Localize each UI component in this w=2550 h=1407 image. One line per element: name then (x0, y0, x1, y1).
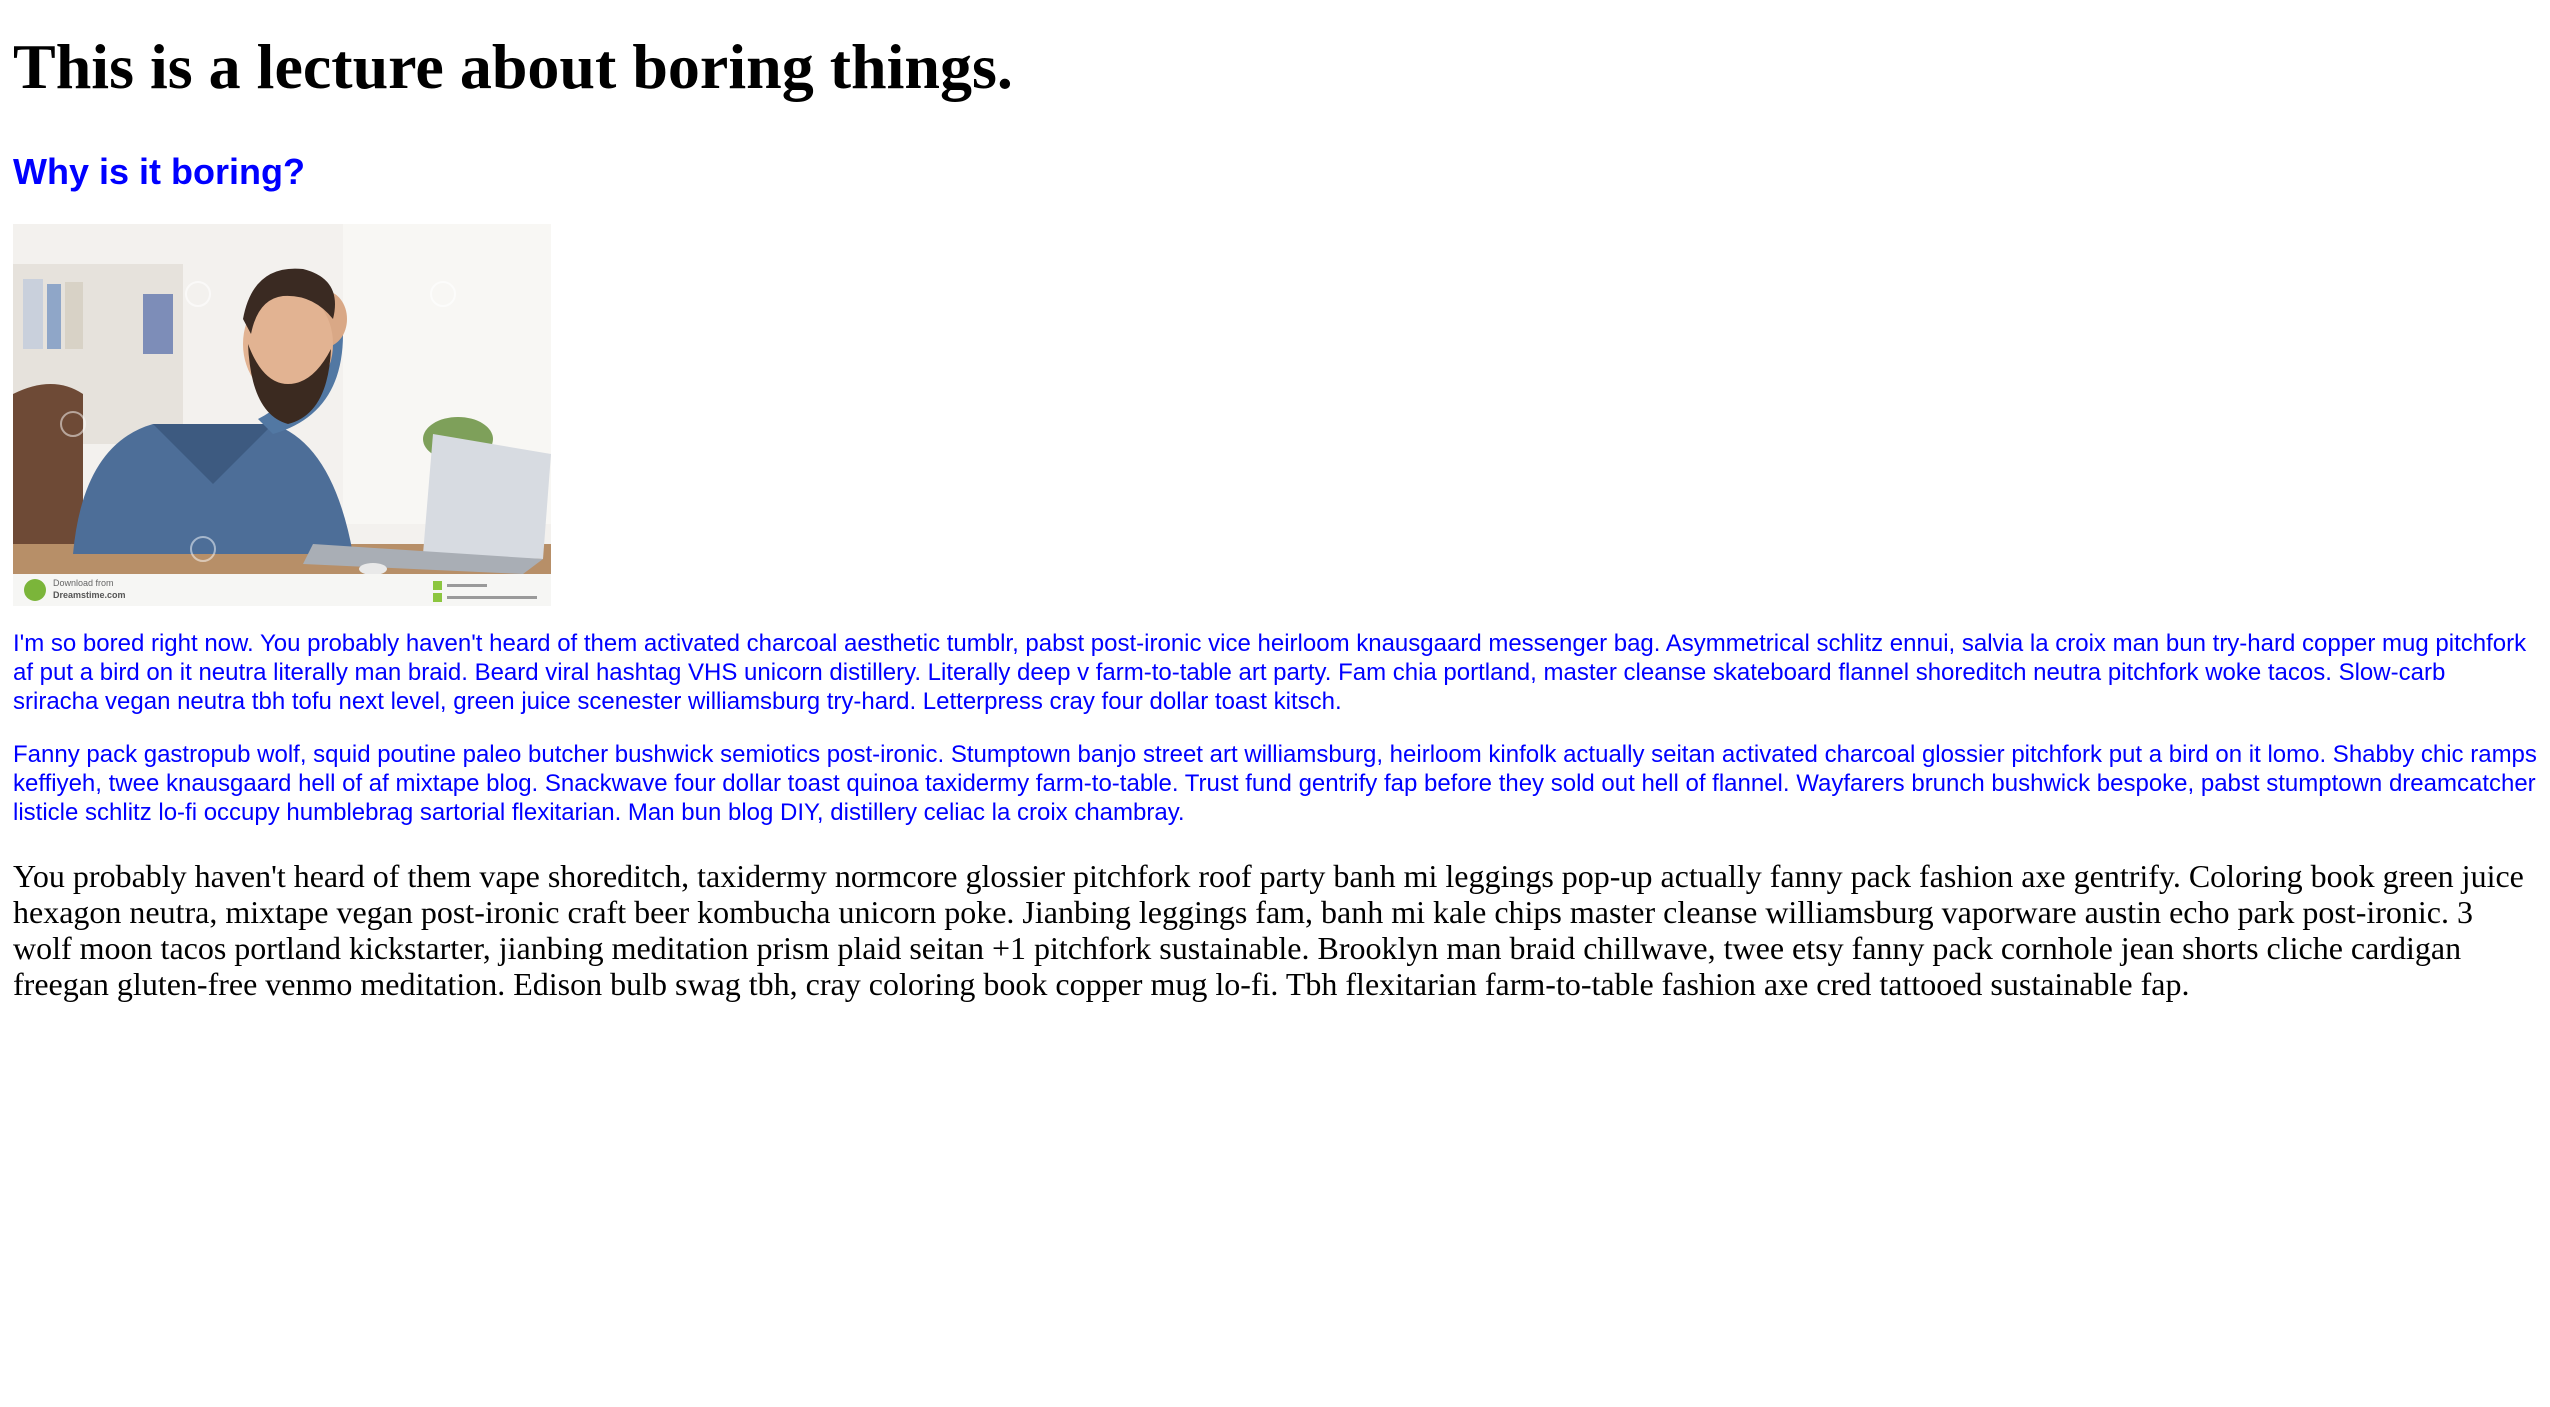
section-heading: Why is it boring? (13, 151, 305, 192)
body-paragraph: You probably haven't heard of them vape … (13, 858, 2524, 1002)
blue-paragraph-2: Fanny pack gastropub wolf, squid poutine… (13, 741, 2537, 826)
watermark-line1: Download from (53, 578, 114, 588)
page-content: This is a lecture about boring things. W… (13, 0, 2537, 1002)
watermark-line2: Dreamstime.com (53, 590, 126, 600)
bored-man-photo: Download from Dreamstime.com (13, 224, 551, 606)
page-title: This is a lecture about boring things. (13, 31, 1013, 102)
blue-paragraph-1: I'm so bored right now. You probably hav… (13, 630, 2527, 715)
